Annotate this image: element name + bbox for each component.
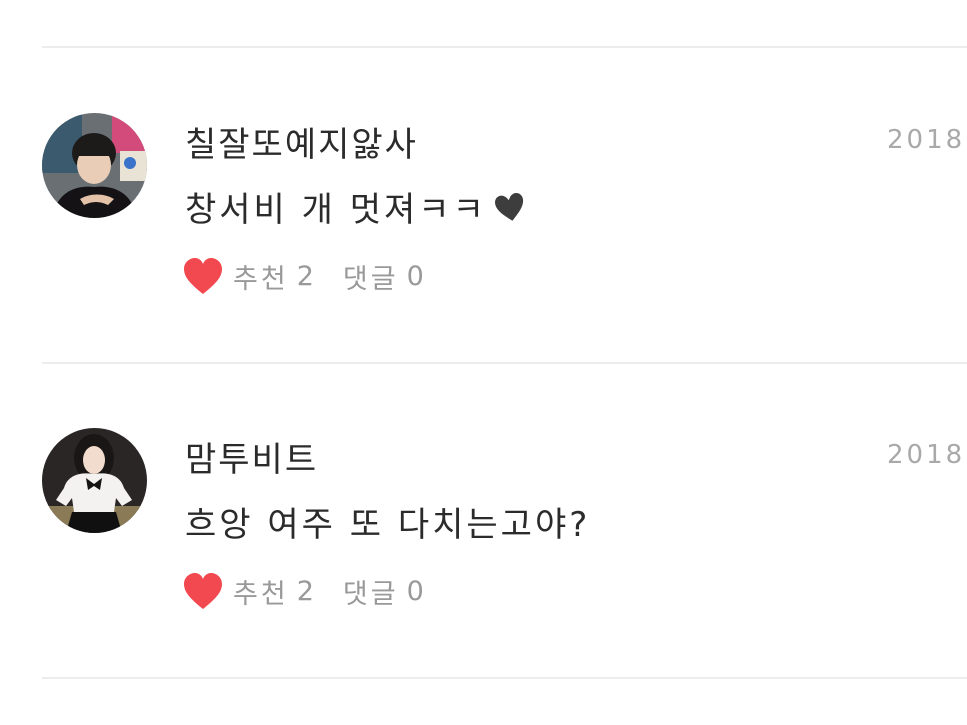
reply-count: 0 bbox=[406, 576, 427, 607]
dark-heart-icon bbox=[494, 192, 523, 221]
reply-label[interactable]: 댓글 bbox=[343, 572, 399, 611]
comment-item: 칠잘또예지앓사 2018.0 창서비 개 멋져ㅋㅋ 추천 2 댓글 0 bbox=[0, 47, 967, 363]
like-label[interactable]: 추천 bbox=[233, 257, 289, 296]
comment-author[interactable]: 맘투비트 bbox=[185, 432, 318, 481]
comment-text: 창서비 개 멋져ㅋㅋ bbox=[185, 182, 527, 231]
avatar[interactable] bbox=[42, 428, 147, 533]
like-label[interactable]: 추천 bbox=[233, 572, 289, 611]
like-heart-icon[interactable] bbox=[183, 572, 223, 611]
comment-date: 2018.0 bbox=[887, 440, 967, 470]
like-count: 2 bbox=[296, 576, 317, 607]
avatar[interactable] bbox=[42, 113, 147, 218]
comment-date: 2018.0 bbox=[887, 125, 967, 155]
comment-list: 칠잘또예지앓사 2018.0 창서비 개 멋져ㅋㅋ 추천 2 댓글 0 bbox=[0, 0, 967, 725]
comment-actions: 추천 2 댓글 0 bbox=[183, 257, 427, 296]
comment-author[interactable]: 칠잘또예지앓사 bbox=[185, 117, 418, 166]
like-heart-icon[interactable] bbox=[183, 257, 223, 296]
divider bbox=[42, 677, 967, 679]
comment-text-content: 창서비 개 멋져ㅋㅋ bbox=[185, 190, 487, 230]
comment-text-content: 흐앙 여주 또 다치는고야? bbox=[185, 505, 591, 545]
comment-item: 맘투비트 2018.0 흐앙 여주 또 다치는고야? 추천 2 댓글 0 bbox=[0, 362, 967, 678]
like-count: 2 bbox=[296, 261, 317, 292]
comment-text: 흐앙 여주 또 다치는고야? bbox=[185, 497, 590, 546]
comment-actions: 추천 2 댓글 0 bbox=[183, 572, 427, 611]
reply-count: 0 bbox=[406, 261, 427, 292]
reply-label[interactable]: 댓글 bbox=[343, 257, 399, 296]
